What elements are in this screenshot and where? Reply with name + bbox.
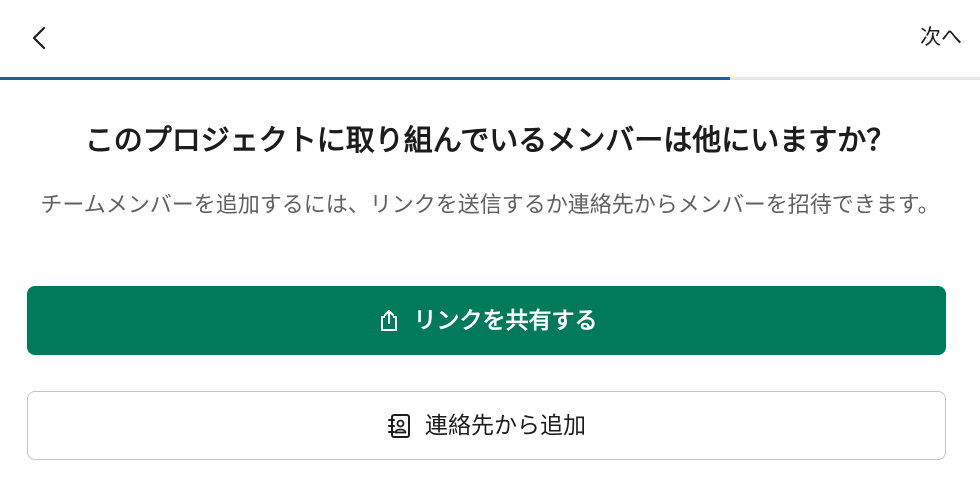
chevron-left-icon (32, 26, 46, 50)
share-link-button[interactable]: リンクを共有する (27, 286, 946, 355)
progress-bar-fill (0, 77, 731, 80)
contacts-icon (387, 413, 413, 439)
share-icon (376, 308, 402, 334)
back-button[interactable] (20, 18, 60, 58)
next-button[interactable]: 次へ (920, 22, 962, 52)
share-link-label: リンクを共有する (413, 307, 598, 334)
add-from-contacts-button[interactable]: 連絡先から追加 (27, 391, 946, 460)
progress-bar (0, 77, 980, 80)
onboarding-invite-screen: 次へ このプロジェクトに取り組んでいるメンバーは他にいますか？ チームメンバーを… (0, 0, 980, 486)
page-title: このプロジェクトに取り組んでいるメンバーは他にいますか？ (84, 123, 896, 157)
page-subtitle: チームメンバーを追加するには、リンクを送信するか連絡先からメンバーを招待できます… (40, 193, 940, 218)
add-from-contacts-label: 連絡先から追加 (425, 412, 586, 439)
top-bar: 次へ (0, 0, 980, 78)
